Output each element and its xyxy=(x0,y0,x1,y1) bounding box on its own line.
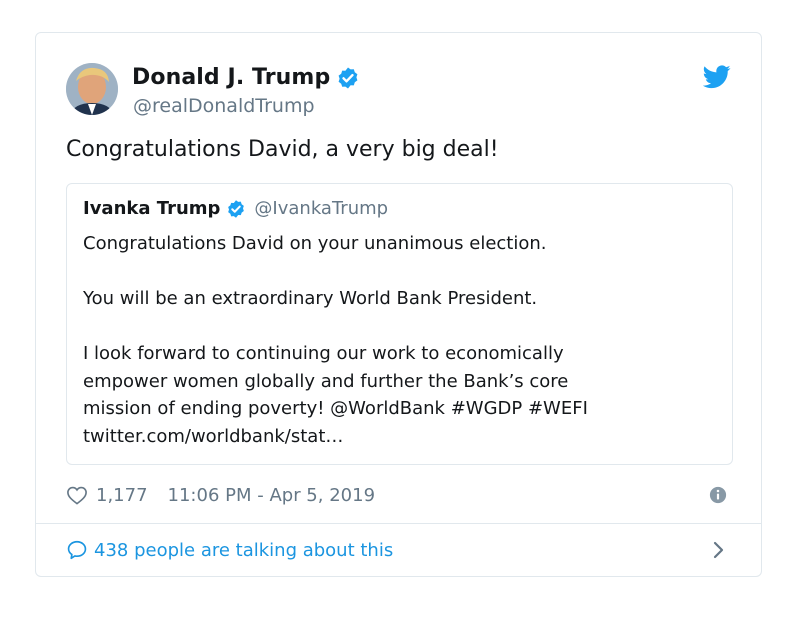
comment-bubble-icon xyxy=(67,540,87,560)
like-count[interactable]: 1,177 xyxy=(96,485,148,506)
tweet-header: Donald J. Trump @realDonaldTrump xyxy=(66,61,731,117)
chevron-right-icon[interactable] xyxy=(713,541,725,559)
quoted-author-name: Ivanka Trump xyxy=(83,198,221,219)
twitter-bird-icon[interactable] xyxy=(703,65,731,89)
tweet-text: Congratulations David, a very big deal! xyxy=(66,137,499,162)
quoted-tweet[interactable]: Ivanka Trump @IvankaTrump Congratulation… xyxy=(66,183,733,465)
quoted-tweet-body: Congratulations David on your unanimous … xyxy=(83,230,713,450)
quoted-text-line: Congratulations David on your unanimous … xyxy=(83,233,547,254)
author-name[interactable]: Donald J. Trump xyxy=(132,65,330,90)
heart-icon[interactable] xyxy=(66,485,88,505)
timestamp-link[interactable]: 11:06 PM - Apr 5, 2019 xyxy=(168,485,375,506)
verified-badge-icon xyxy=(338,67,358,88)
tweet-meta: 1,177 11:06 PM - Apr 5, 2019 xyxy=(66,483,731,507)
quoted-text-line: I look forward to continuing our work to… xyxy=(83,343,564,364)
conversation-link[interactable]: 438 people are talking about this xyxy=(66,533,731,567)
quoted-text-line: empower women globally and further the B… xyxy=(83,370,569,392)
quoted-text-line: mission of ending poverty! @WorldBank #W… xyxy=(83,398,588,419)
tweet-card: Donald J. Trump @realDonaldTrump Congrat… xyxy=(35,32,762,577)
divider xyxy=(36,523,761,524)
quoted-text-line: twitter.com/worldbank/stat… xyxy=(83,425,344,447)
quoted-author-handle: @IvankaTrump xyxy=(254,198,389,219)
conversation-label[interactable]: 438 people are talking about this xyxy=(94,540,393,561)
author-name-row: Donald J. Trump xyxy=(132,65,360,90)
quoted-tweet-header: Ivanka Trump @IvankaTrump xyxy=(83,198,388,219)
verified-badge-icon xyxy=(228,199,245,218)
author-handle[interactable]: @realDonaldTrump xyxy=(133,95,315,117)
info-icon[interactable] xyxy=(709,486,727,504)
avatar[interactable] xyxy=(66,63,118,115)
quoted-text-line: You will be an extraordinary World Bank … xyxy=(83,288,538,309)
